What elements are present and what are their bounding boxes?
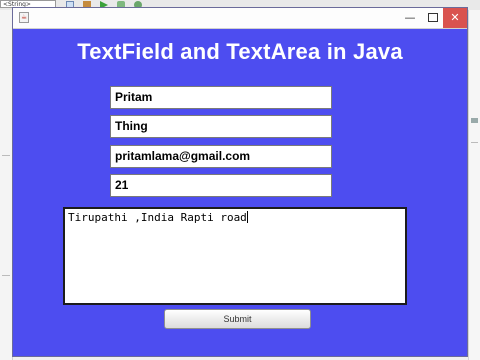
window-titlebar[interactable]: ☕ — ✕: [13, 8, 467, 29]
age-field[interactable]: 21: [110, 174, 332, 197]
submit-button[interactable]: Submit: [164, 309, 311, 329]
ide-right-gutter: [468, 10, 480, 360]
java-app-icon: ☕: [19, 12, 29, 23]
last-name-field[interactable]: Thing: [110, 115, 332, 138]
first-name-field[interactable]: Pritam: [110, 86, 332, 109]
address-text: Tirupathi ,India Rapti road: [68, 211, 247, 224]
close-button[interactable]: ✕: [443, 8, 467, 28]
page-title: TextField and TextArea in Java: [77, 39, 403, 64]
gutter-mark: [471, 142, 478, 143]
gutter-mark: [2, 275, 10, 276]
maximize-icon: [428, 12, 438, 22]
maximize-button[interactable]: [423, 8, 443, 28]
error-stripe-mark[interactable]: [471, 118, 478, 123]
address-textarea[interactable]: Tirupathi ,India Rapti road: [63, 207, 407, 305]
minimize-button[interactable]: —: [400, 8, 420, 28]
text-caret: [246, 211, 248, 223]
gutter-mark: [2, 155, 10, 156]
email-field[interactable]: pritamlama@gmail.com: [110, 145, 332, 168]
app-window: ☕ — ✕ TextField and TextArea in Java Pri…: [12, 7, 468, 357]
